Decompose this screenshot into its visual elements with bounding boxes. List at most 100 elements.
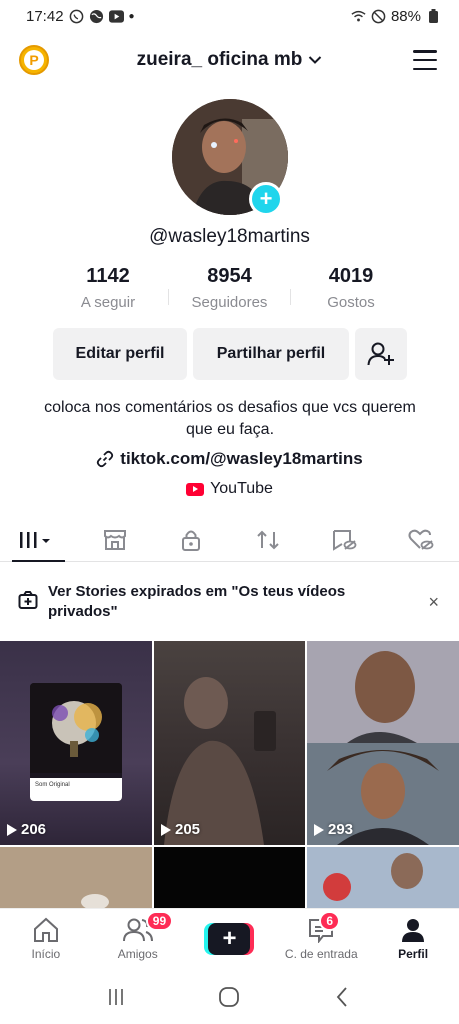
nav-create[interactable]: + (184, 909, 276, 970)
chevron-down-icon (309, 56, 322, 64)
nav-label: C. de entrada (284, 947, 358, 961)
nav-home[interactable]: Início (0, 909, 92, 970)
play-icon (7, 823, 17, 836)
heart-hidden-icon (408, 529, 434, 550)
close-icon[interactable]: × (428, 592, 439, 613)
video-thumbnail (307, 641, 459, 845)
video-tile[interactable] (154, 847, 305, 908)
youtube-status-icon (108, 9, 124, 24)
friends-badge: 99 (145, 911, 174, 931)
tab-reposts[interactable] (230, 518, 307, 561)
play-icon (314, 823, 324, 836)
account-switcher[interactable]: zueira_ oficina mb (137, 49, 323, 71)
hamburger-menu-icon[interactable] (413, 50, 437, 70)
profile-handle: @wasley18martins (149, 226, 310, 247)
more-notifications-dot: ● (128, 10, 135, 22)
nav-label: Início (31, 947, 61, 961)
globe-icon (89, 9, 104, 24)
music-cover-card: Som Original (30, 683, 122, 801)
profile-icon (402, 919, 425, 942)
tab-private[interactable] (153, 518, 230, 561)
share-profile-button[interactable]: Partilhar perfil (193, 328, 349, 380)
add-user-icon (367, 342, 394, 366)
profile-bio: coloca nos comentários os desafios que v… (44, 399, 416, 438)
do-not-disturb-icon (371, 9, 386, 24)
plus-icon: + (208, 923, 251, 955)
stat-value: 4019 (328, 265, 374, 287)
youtube-link[interactable]: YouTube (0, 480, 459, 498)
recent-apps-icon[interactable] (106, 987, 126, 1007)
repost-icon (257, 530, 279, 549)
tab-videos[interactable] (0, 518, 77, 562)
stat-following[interactable]: 1142 A seguir (58, 265, 158, 311)
youtube-label: YouTube (210, 480, 273, 497)
video-tile[interactable]: 205 (154, 641, 305, 845)
video-tile[interactable]: Som Original 206 (0, 641, 152, 845)
video-tile[interactable] (307, 847, 459, 908)
video-thumbnail (164, 677, 276, 845)
nav-label: Amigos (117, 947, 158, 961)
view-count: 293 (314, 821, 353, 838)
battery-icon (426, 9, 441, 24)
stat-label: Seguidores (191, 294, 268, 311)
add-friends-button[interactable] (355, 328, 407, 380)
tab-shop[interactable] (77, 518, 154, 561)
username-label: zueira_ oficina mb (136, 49, 303, 70)
story-camera-icon (18, 591, 38, 609)
divider (168, 289, 170, 305)
bookmark-hidden-icon (333, 529, 357, 551)
status-bar: 17:42 ● 88% (0, 0, 459, 32)
nav-inbox[interactable]: 6 C. de entrada (275, 909, 367, 970)
system-navigation (0, 970, 459, 1024)
cover-art (30, 683, 122, 773)
shop-icon (103, 529, 126, 550)
tab-liked[interactable] (383, 518, 459, 561)
link-icon (97, 450, 114, 468)
stat-label: A seguir (80, 294, 136, 311)
video-thumbnail (307, 847, 459, 908)
wifi-icon (351, 9, 366, 24)
video-grid: Som Original 206 205 293 (0, 641, 459, 908)
inbox-badge: 6 (319, 911, 341, 931)
nav-friends[interactable]: 99 Amigos (92, 909, 184, 970)
profile-header: P zueira_ oficina mb (0, 38, 459, 82)
video-tile[interactable] (0, 847, 152, 908)
video-thumbnail (0, 847, 152, 908)
play-icon (161, 823, 171, 836)
bottom-nav: Início 99 Amigos + 6 C. de entrada Perfi… (0, 908, 459, 970)
divider (289, 289, 291, 305)
video-tile[interactable]: 293 (307, 641, 459, 845)
profile-link[interactable]: tiktok.com/@wasley18martins (0, 449, 459, 469)
stat-value: 8954 (207, 265, 252, 287)
content-tabs (0, 518, 459, 562)
create-button[interactable]: + (204, 923, 255, 955)
expired-stories-notice[interactable]: Ver Stories expirados em "Os teus vídeos… (0, 574, 459, 632)
profile-link-text: tiktok.com/@wasley18martins (120, 449, 363, 468)
stat-value: 1142 (86, 265, 130, 287)
view-count: 205 (161, 821, 200, 838)
coin-icon[interactable]: P (19, 45, 49, 75)
youtube-icon (186, 482, 205, 496)
view-count: 206 (7, 821, 46, 838)
nav-profile[interactable]: Perfil (367, 909, 459, 970)
notice-text: Ver Stories expirados em "Os teus vídeos… (48, 583, 346, 620)
add-story-button[interactable]: + (249, 182, 283, 216)
stat-label: Gostos (327, 294, 375, 311)
cover-caption: Som Original (30, 778, 122, 801)
status-time: 17:42 (26, 7, 64, 25)
coin-letter: P (24, 50, 44, 70)
edit-profile-button[interactable]: Editar perfil (53, 328, 187, 380)
stat-likes[interactable]: 4019 Gostos (301, 265, 401, 311)
nav-label: Perfil (398, 947, 429, 961)
grid-videos-icon (20, 531, 51, 548)
tab-favorites[interactable] (306, 518, 383, 561)
battery-percent: 88% (390, 7, 421, 25)
back-icon[interactable] (333, 986, 353, 1008)
whatsapp-icon (69, 9, 84, 24)
lock-icon (182, 530, 201, 551)
home-icon (33, 917, 58, 942)
profile-stats: 1142 A seguir 8954 Seguidores 4019 Gosto… (58, 265, 401, 311)
profile-actions: Editar perfil Partilhar perfil (53, 328, 407, 380)
home-circle-icon[interactable] (218, 986, 240, 1008)
stat-followers[interactable]: 8954 Seguidores (180, 265, 280, 311)
